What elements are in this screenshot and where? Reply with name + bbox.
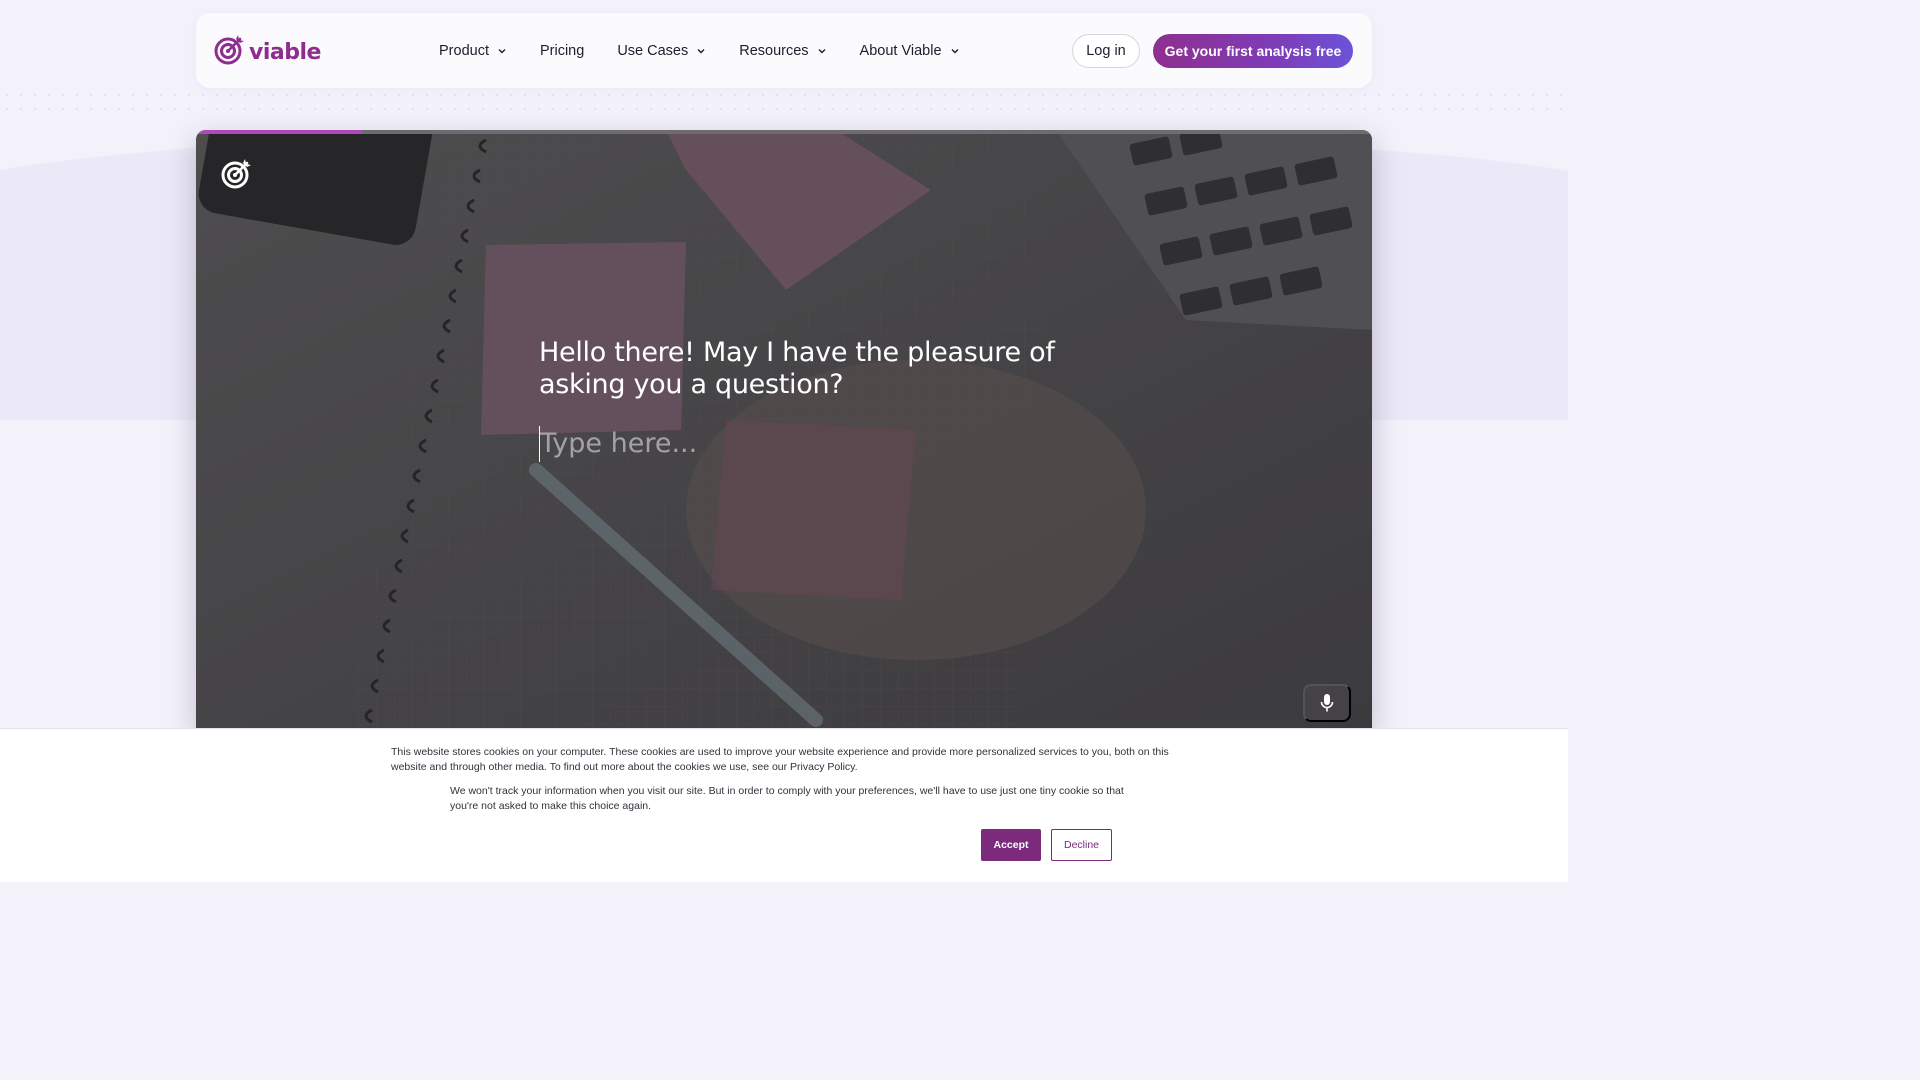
voice-input-button[interactable] [1303, 684, 1351, 722]
nav-label: Pricing [539, 42, 585, 59]
accept-cookies-button[interactable]: Accept [981, 829, 1041, 861]
survey-progress-bar [196, 130, 1372, 134]
brand-name: viable [249, 40, 321, 65]
nav-label: Use Cases [617, 42, 689, 59]
survey-question: Hello there! May I have the pleasure of … [539, 337, 1055, 400]
nav-label: Resources [739, 42, 809, 59]
microphone-icon [1320, 694, 1334, 712]
chevron-down-icon [498, 48, 506, 53]
cookie-tracking-text: We won't track your information when you… [450, 785, 1124, 812]
chevron-down-icon [951, 48, 959, 53]
nav-label: About Viable [859, 42, 942, 59]
page: viable Product Pricing Use Cases Resourc… [0, 0, 1568, 882]
nav-item-resources[interactable]: Resources [739, 43, 826, 59]
nav-label: Product [439, 42, 489, 59]
nav-item-product[interactable]: Product [439, 43, 507, 59]
target-logo-icon [221, 157, 253, 194]
site-header: viable Product Pricing Use Cases Resourc… [196, 13, 1372, 88]
get-first-analysis-button[interactable]: Get your first analysis free [1153, 34, 1353, 68]
chevron-down-icon [697, 48, 705, 53]
cookie-notice-text: This website stores cookies on your comp… [391, 746, 1169, 773]
survey-answer-input[interactable]: Type here... [539, 426, 1099, 462]
nav-item-about-viable[interactable]: About Viable [860, 43, 960, 59]
survey-progress-fill [196, 130, 361, 134]
decline-cookies-button[interactable]: Decline [1051, 829, 1112, 861]
chevron-down-icon [818, 48, 826, 53]
brand-logo[interactable]: viable [214, 33, 321, 70]
nav-item-use-cases[interactable]: Use Cases [617, 43, 706, 59]
survey-panel: Hello there! May I have the pleasure of … [196, 130, 1372, 730]
nav-item-pricing[interactable]: Pricing [540, 43, 584, 59]
login-button[interactable]: Log in [1072, 34, 1140, 68]
cookie-banner: This website stores cookies on your comp… [0, 728, 1568, 882]
target-logo-icon [214, 33, 246, 70]
background-dots [0, 88, 1568, 118]
main-nav: Product Pricing Use Cases Resources Abou… [439, 13, 993, 88]
